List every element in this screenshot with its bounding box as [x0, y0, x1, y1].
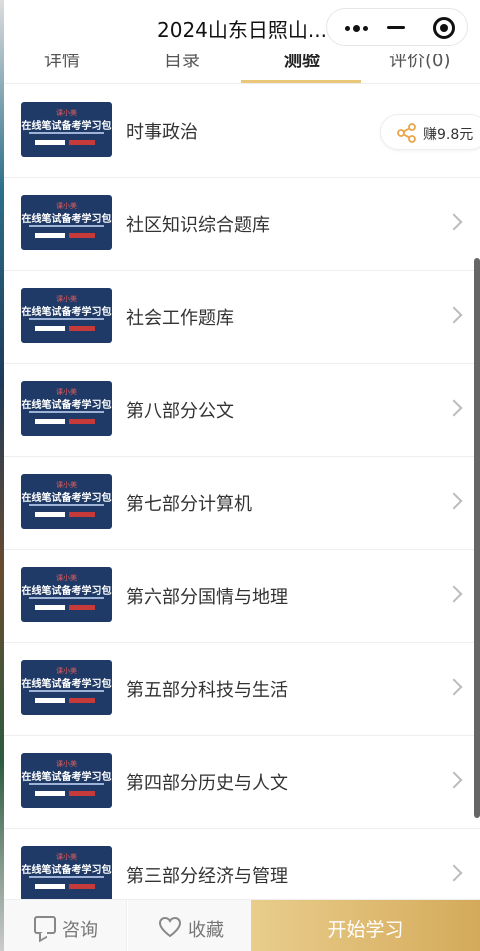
- course-thumbnail: 课小美 在线笔试备考学习包: [21, 102, 112, 157]
- course-thumbnail: 课小美 在线笔试备考学习包: [21, 195, 112, 250]
- item-label: 第四部分历史与人文: [126, 773, 288, 794]
- chat-icon: [34, 916, 56, 934]
- item-label: 时事政治: [126, 122, 198, 143]
- consult-label: 咨询: [62, 920, 98, 941]
- item-label: 第八部分公文: [126, 401, 234, 422]
- more-icon[interactable]: [345, 25, 373, 32]
- start-learning-button[interactable]: 开始学习: [251, 900, 480, 951]
- heart-icon: [158, 916, 182, 938]
- quiz-list: 课小美 在线笔试备考学习包 时事政治 赚9.8元 课小美 在线笔试备考学习包 社…: [4, 85, 480, 899]
- list-item[interactable]: 课小美 在线笔试备考学习包 第五部分科技与生活: [4, 643, 480, 736]
- start-learning-label: 开始学习: [327, 919, 404, 941]
- list-item[interactable]: 课小美 在线笔试备考学习包 第三部分经济与管理: [4, 829, 480, 899]
- item-label: 社区知识综合题库: [126, 215, 270, 236]
- list-item[interactable]: 课小美 在线笔试备考学习包 社区知识综合题库: [4, 178, 480, 271]
- bottom-action-bar: 咨询 收藏 开始学习: [4, 899, 480, 951]
- chevron-right-icon: [445, 306, 463, 324]
- chevron-right-icon: [445, 399, 463, 417]
- item-label: 第三部分经济与管理: [126, 866, 288, 887]
- chevron-right-icon: [445, 585, 463, 603]
- item-label: 第七部分计算机: [126, 494, 252, 515]
- course-thumbnail: 课小美 在线笔试备考学习包: [21, 288, 112, 343]
- item-label: 社会工作题库: [126, 308, 234, 329]
- close-icon[interactable]: [433, 17, 455, 39]
- earn-share-button[interactable]: 赚9.8元: [380, 114, 480, 150]
- earn-label: 赚9.8元: [423, 127, 474, 143]
- chevron-right-icon: [445, 864, 463, 882]
- list-item[interactable]: 课小美 在线笔试备考学习包 时事政治 赚9.8元: [4, 85, 480, 178]
- chevron-right-icon: [445, 492, 463, 510]
- tab-reviews[interactable]: 评价(0): [389, 54, 451, 72]
- consult-button[interactable]: 咨询: [4, 900, 127, 951]
- title-bar: 2024山东日照山...: [4, 0, 480, 54]
- course-thumbnail: 课小美 在线笔试备考学习包: [21, 660, 112, 715]
- tab-details[interactable]: 详情: [44, 54, 80, 72]
- favorite-button[interactable]: 收藏: [128, 900, 251, 951]
- course-thumbnail: 课小美 在线笔试备考学习包: [21, 846, 112, 899]
- miniprogram-capsule: [326, 8, 468, 46]
- course-thumbnail: 课小美 在线笔试备考学习包: [21, 753, 112, 808]
- share-icon: [397, 123, 416, 143]
- favorite-label: 收藏: [188, 920, 224, 941]
- list-item[interactable]: 课小美 在线笔试备考学习包 第七部分计算机: [4, 457, 480, 550]
- list-item[interactable]: 课小美 在线笔试备考学习包 社会工作题库: [4, 271, 480, 364]
- list-item[interactable]: 课小美 在线笔试备考学习包 第四部分历史与人文: [4, 736, 480, 829]
- course-thumbnail: 课小美 在线笔试备考学习包: [21, 381, 112, 436]
- chevron-right-icon: [445, 678, 463, 696]
- scrollbar[interactable]: [474, 258, 480, 818]
- item-label: 第五部分科技与生活: [126, 680, 288, 701]
- list-item[interactable]: 课小美 在线笔试备考学习包 第八部分公文: [4, 364, 480, 457]
- list-item[interactable]: 课小美 在线笔试备考学习包 第六部分国情与地理: [4, 550, 480, 643]
- course-thumbnail: 课小美 在线笔试备考学习包: [21, 567, 112, 622]
- tab-catalog[interactable]: 目录: [164, 54, 200, 72]
- chevron-right-icon: [445, 771, 463, 789]
- course-thumbnail: 课小美 在线笔试备考学习包: [21, 474, 112, 529]
- minimize-icon[interactable]: [387, 26, 405, 29]
- tab-quiz[interactable]: 测验: [284, 54, 320, 72]
- item-label: 第六部分国情与地理: [126, 587, 288, 608]
- active-tab-indicator: [241, 80, 361, 83]
- chevron-right-icon: [445, 213, 463, 231]
